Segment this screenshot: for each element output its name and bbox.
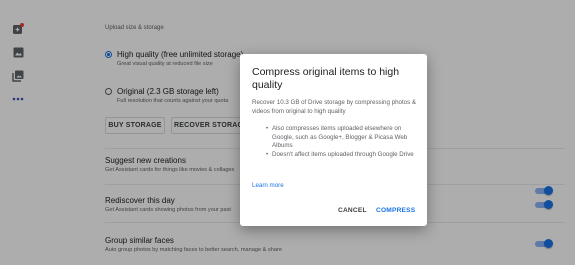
dialog-bullet-list: Also compresses items uploaded elsewhere… xyxy=(252,125,418,159)
compress-button[interactable]: COMPRESS xyxy=(376,207,415,214)
dialog-bullet: Doesn't affect items uploaded through Go… xyxy=(266,151,418,160)
learn-more-link[interactable]: Learn more xyxy=(252,182,284,189)
dialog-body: Recover 10.3 GB of Drive storage by comp… xyxy=(252,99,417,115)
cancel-button[interactable]: CANCEL xyxy=(338,207,367,214)
compress-dialog: Compress original items to high quality … xyxy=(240,54,427,226)
dialog-bullet: Also compresses items uploaded elsewhere… xyxy=(266,125,418,151)
dialog-title: Compress original items to high quality xyxy=(252,66,400,91)
